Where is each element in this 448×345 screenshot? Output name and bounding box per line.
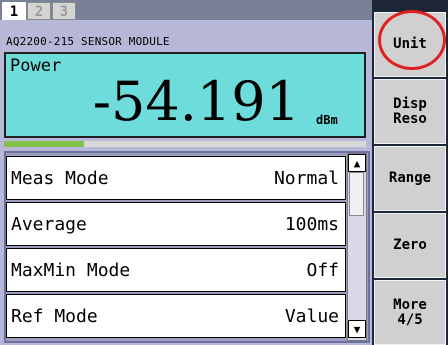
module-title: AQ2200-215 SENSOR MODULE (6, 35, 170, 48)
setting-row-meas-mode[interactable]: Meas Mode Normal (6, 156, 346, 200)
more-button[interactable]: More 4/5 (374, 280, 446, 345)
power-label: Power (10, 56, 62, 76)
setting-label: Meas Mode (11, 167, 109, 189)
tab-1[interactable]: 1 (2, 2, 26, 20)
range-button[interactable]: Range (374, 146, 446, 211)
scroll-down-icon[interactable]: ▼ (348, 320, 366, 338)
scroll-thumb[interactable] (349, 172, 364, 216)
power-unit: dBm (316, 113, 338, 127)
setting-row-maxmin-mode[interactable]: MaxMin Mode Off (6, 248, 346, 292)
setting-row-average[interactable]: Average 100ms (6, 202, 346, 246)
unit-button[interactable]: Unit (374, 12, 446, 77)
setting-value: 100ms (284, 213, 339, 235)
zero-button[interactable]: Zero (374, 213, 446, 278)
tab-2[interactable]: 2 (27, 2, 51, 20)
setting-row-ref-mode[interactable]: Ref Mode Value (6, 294, 346, 338)
power-value: -54.191 (92, 70, 300, 133)
setting-label: Average (11, 213, 87, 235)
setting-value: Off (306, 259, 339, 281)
setting-label: MaxMin Mode (11, 259, 131, 281)
disp-reso-button[interactable]: Disp Reso (374, 79, 446, 144)
tab-3[interactable]: 3 (52, 2, 76, 20)
setting-value: Normal (273, 167, 339, 189)
level-bar-fill (4, 141, 84, 147)
setting-value: Value (284, 305, 339, 327)
scroll-up-icon[interactable]: ▲ (348, 154, 366, 172)
setting-label: Ref Mode (11, 305, 98, 327)
